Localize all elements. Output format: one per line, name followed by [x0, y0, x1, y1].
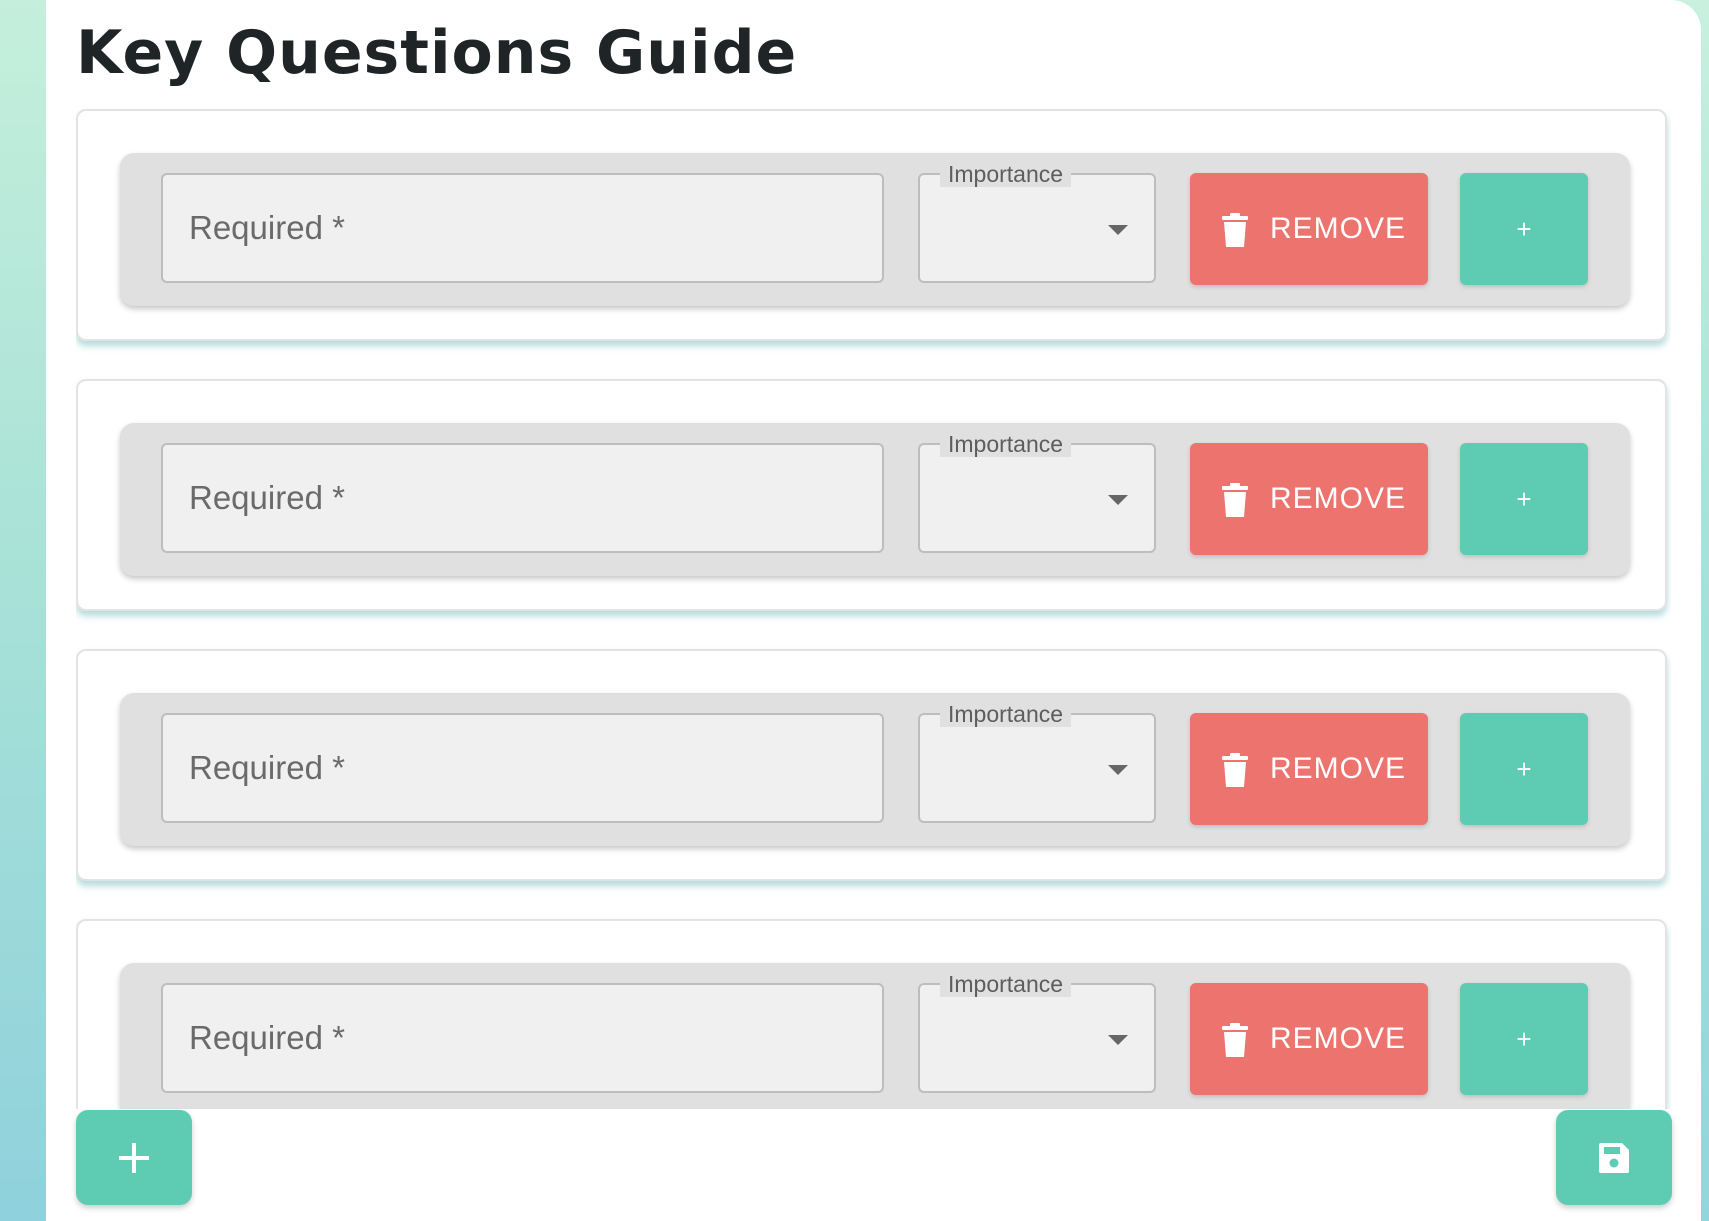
importance-select[interactable]: Importance — [918, 431, 1156, 553]
remove-button[interactable]: REMOVE — [1190, 443, 1428, 555]
remove-button-label: REMOVE — [1270, 482, 1407, 515]
importance-label: Importance — [940, 431, 1072, 457]
add-question-button[interactable] — [76, 1110, 192, 1205]
remove-button[interactable]: REMOVE — [1190, 983, 1428, 1095]
trash-icon — [1222, 213, 1248, 247]
question-card: Importance REMOVE + — [76, 379, 1667, 611]
page-title: Key Questions Guide — [76, 18, 798, 88]
chevron-down-icon — [1108, 765, 1128, 775]
importance-label: Importance — [940, 161, 1072, 187]
remove-button-label: REMOVE — [1270, 1022, 1407, 1055]
chevron-down-icon — [1108, 225, 1128, 235]
importance-label: Importance — [940, 971, 1072, 997]
chevron-down-icon — [1108, 1035, 1128, 1045]
question-row: Importance REMOVE + — [120, 153, 1630, 306]
question-row: Importance REMOVE + — [120, 423, 1630, 576]
remove-button-label: REMOVE — [1270, 752, 1407, 785]
trash-icon — [1222, 1023, 1248, 1057]
add-sub-item-button[interactable]: + — [1460, 983, 1588, 1095]
importance-select[interactable]: Importance — [918, 971, 1156, 1093]
save-button[interactable] — [1556, 1110, 1672, 1205]
importance-select[interactable]: Importance — [918, 161, 1156, 283]
add-sub-item-button[interactable]: + — [1460, 173, 1588, 285]
trash-icon — [1222, 483, 1248, 517]
question-input[interactable] — [161, 173, 884, 283]
importance-select[interactable]: Importance — [918, 701, 1156, 823]
question-row: Importance REMOVE + — [120, 693, 1630, 846]
left-gradient-strip — [0, 0, 46, 1221]
add-sub-item-button[interactable]: + — [1460, 443, 1588, 555]
question-card: Importance REMOVE + — [76, 649, 1667, 881]
question-card: Importance REMOVE + — [76, 919, 1667, 1109]
question-input[interactable] — [161, 443, 884, 553]
remove-button[interactable]: REMOVE — [1190, 713, 1428, 825]
add-sub-item-button[interactable]: + — [1460, 713, 1588, 825]
question-input[interactable] — [161, 983, 884, 1093]
question-input[interactable] — [161, 713, 884, 823]
remove-button-label: REMOVE — [1270, 212, 1407, 245]
plus-icon — [119, 1142, 149, 1173]
question-list: Importance REMOVE + Importance — [76, 109, 1671, 1109]
floppy-disk-icon — [1599, 1142, 1629, 1173]
importance-label: Importance — [940, 701, 1072, 727]
remove-button[interactable]: REMOVE — [1190, 173, 1428, 285]
question-row: Importance REMOVE + — [120, 963, 1630, 1109]
question-card: Importance REMOVE + — [76, 109, 1667, 341]
trash-icon — [1222, 753, 1248, 787]
chevron-down-icon — [1108, 495, 1128, 505]
